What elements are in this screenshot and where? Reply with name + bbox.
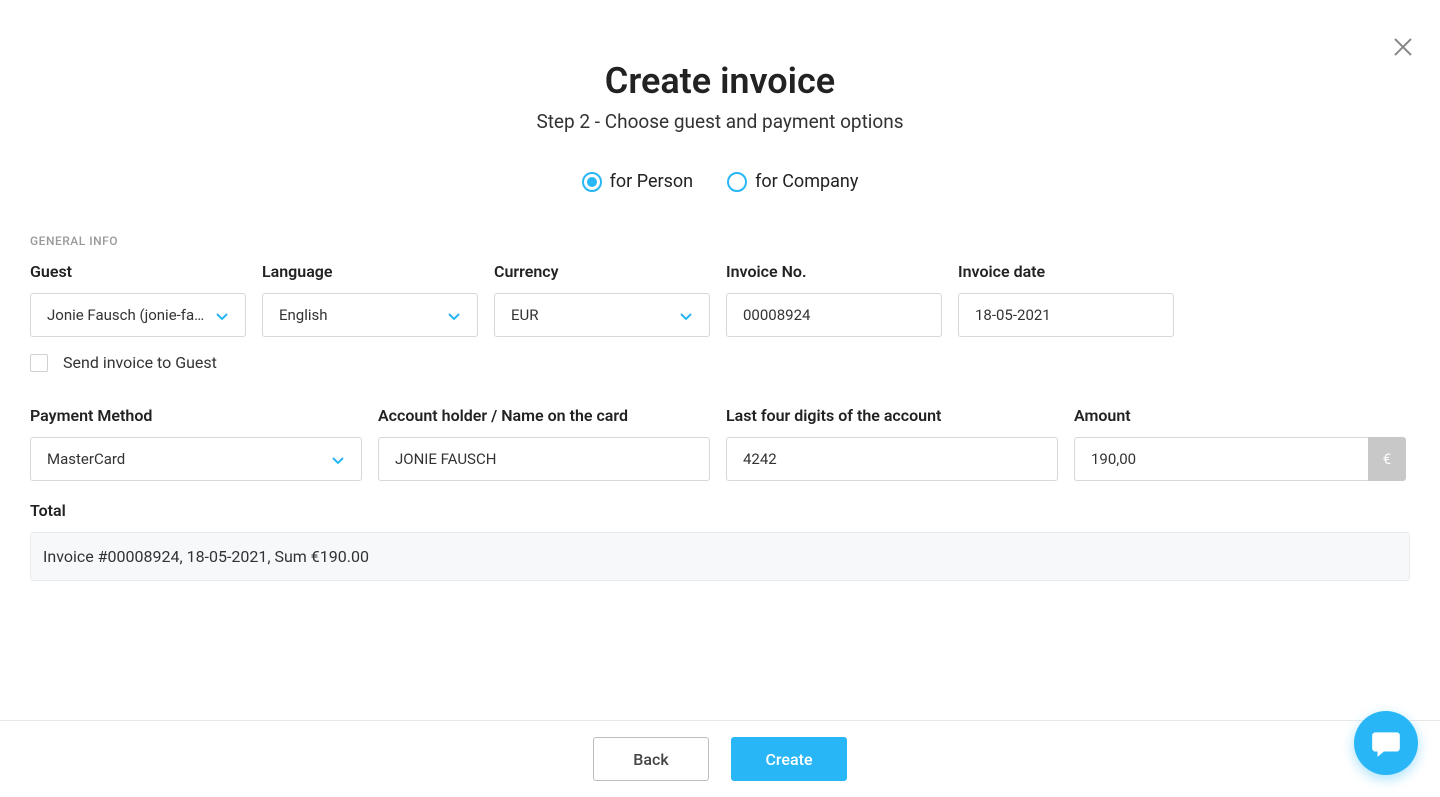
send-invoice-checkbox[interactable]: [30, 354, 48, 372]
field-payment-method: Payment Method MasterCard: [30, 406, 362, 481]
page-subtitle: Step 2 - Choose guest and payment option…: [0, 110, 1440, 133]
radio-label: for Company: [755, 171, 858, 192]
field-last-four: Last four digits of the account 4242: [726, 406, 1058, 481]
chat-icon: [1369, 726, 1403, 760]
checkbox-row-send-invoice: Send invoice to Guest: [30, 353, 1410, 372]
row-general-info: Guest Jonie Fausch (jonie-fau… Language …: [30, 262, 1410, 337]
amount-input-wrap: 190,00 €: [1074, 437, 1406, 481]
create-button[interactable]: Create: [731, 737, 847, 781]
field-guest: Guest Jonie Fausch (jonie-fau…: [30, 262, 246, 337]
payment-method-select[interactable]: MasterCard: [30, 437, 362, 481]
field-label: Payment Method: [30, 406, 362, 425]
invoice-no-input[interactable]: 00008924: [726, 293, 942, 337]
radio-for-company[interactable]: for Company: [727, 171, 858, 192]
radio-for-person[interactable]: for Person: [582, 171, 693, 192]
close-button[interactable]: [1394, 38, 1412, 56]
page-title: Create invoice: [0, 60, 1440, 102]
field-label: Last four digits of the account: [726, 406, 1058, 425]
header: Create invoice Step 2 - Choose guest and…: [0, 0, 1440, 133]
field-language: Language English: [262, 262, 478, 337]
input-value: 190,00: [1091, 450, 1352, 468]
close-icon: [1394, 38, 1412, 56]
input-value: 4242: [743, 450, 1041, 468]
last-four-input[interactable]: 4242: [726, 437, 1058, 481]
field-invoice-no: Invoice No. 00008924: [726, 262, 942, 337]
amount-currency-symbol: €: [1368, 437, 1406, 481]
footer: Back Create: [0, 720, 1440, 797]
radio-icon: [582, 172, 602, 192]
field-account-holder: Account holder / Name on the card JONIE …: [378, 406, 710, 481]
select-value: EUR: [511, 306, 671, 324]
chevron-down-icon: [679, 308, 693, 322]
content: GENERAL INFO Guest Jonie Fausch (jonie-f…: [0, 192, 1440, 581]
input-value: 00008924: [743, 306, 925, 324]
field-label: Account holder / Name on the card: [378, 406, 710, 425]
section-label-general-info: GENERAL INFO: [30, 234, 1410, 248]
guest-select[interactable]: Jonie Fausch (jonie-fau…: [30, 293, 246, 337]
currency-select[interactable]: EUR: [494, 293, 710, 337]
field-amount: Amount 190,00 €: [1074, 406, 1406, 481]
invoice-type-radio-group: for Person for Company: [0, 171, 1440, 192]
input-value: JONIE FAUSCH: [395, 450, 693, 468]
row-payment: Payment Method MasterCard Account holder…: [30, 406, 1410, 481]
invoice-date-input[interactable]: 18-05-2021: [958, 293, 1174, 337]
select-value: English: [279, 306, 439, 324]
total-summary: Invoice #00008924, 18-05-2021, Sum €190.…: [30, 532, 1410, 581]
field-currency: Currency EUR: [494, 262, 710, 337]
field-label: Currency: [494, 262, 710, 281]
field-label: Amount: [1074, 406, 1406, 425]
account-holder-input[interactable]: JONIE FAUSCH: [378, 437, 710, 481]
field-total: Total Invoice #00008924, 18-05-2021, Sum…: [30, 501, 1410, 581]
radio-label: for Person: [610, 171, 693, 192]
field-label: Language: [262, 262, 478, 281]
language-select[interactable]: English: [262, 293, 478, 337]
chevron-down-icon: [331, 452, 345, 466]
field-label: Invoice No.: [726, 262, 942, 281]
select-value: Jonie Fausch (jonie-fau…: [47, 306, 207, 324]
field-label: Guest: [30, 262, 246, 281]
chat-widget-button[interactable]: [1354, 711, 1418, 775]
amount-input[interactable]: 190,00: [1074, 437, 1368, 481]
field-invoice-date: Invoice date 18-05-2021: [958, 262, 1174, 337]
back-button[interactable]: Back: [593, 737, 709, 781]
field-label: Invoice date: [958, 262, 1174, 281]
field-label: Total: [30, 501, 1410, 520]
select-value: MasterCard: [47, 450, 323, 468]
radio-icon: [727, 172, 747, 192]
checkbox-label: Send invoice to Guest: [63, 353, 217, 372]
chevron-down-icon: [215, 308, 229, 322]
input-value: 18-05-2021: [975, 306, 1157, 324]
chevron-down-icon: [447, 308, 461, 322]
